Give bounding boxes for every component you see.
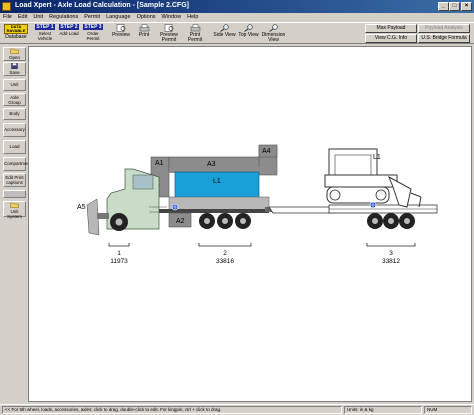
magnifier-icon xyxy=(269,24,278,32)
preview-permit-icon xyxy=(164,24,173,32)
folder-icon xyxy=(10,202,19,208)
status-mode: NUM xyxy=(424,406,472,414)
magnifier-icon xyxy=(244,24,253,32)
menu-unit[interactable]: Unit xyxy=(30,13,46,20)
menu-regulations[interactable]: Regulations xyxy=(46,13,81,20)
toolbar: DATA RAVABLE Database STEP 1 Select Vehicl… xyxy=(0,22,474,44)
cg-marker-dozer[interactable] xyxy=(369,201,377,209)
axle-group-2[interactable] xyxy=(198,243,252,247)
truck-front-wheel[interactable] xyxy=(110,213,128,231)
sidebar-open[interactable]: Open xyxy=(3,47,26,61)
axle-group-2-load: 33816 xyxy=(216,258,234,265)
truck-body[interactable] xyxy=(168,196,270,212)
database-button[interactable]: DATA RAVABLE Database xyxy=(4,24,28,43)
step1-button[interactable]: STEP 1 Select Vehicle xyxy=(35,24,55,43)
label-a5: A5 xyxy=(77,204,86,211)
menu-language[interactable]: Language xyxy=(103,13,133,20)
sidebar-compartment[interactable]: Compartment xyxy=(3,157,31,171)
us-bridge-formula-button[interactable]: U.S. Bridge Formula xyxy=(418,34,470,43)
vehicle-canvas[interactable]: A1 A3 A4 L1 A5 A2 L1 1 11973 2 33816 3 3… xyxy=(28,46,472,402)
label-a3: A3 xyxy=(207,161,216,168)
axle-group-1-load: 11973 xyxy=(110,258,128,265)
preview-icon xyxy=(116,24,125,32)
cg-marker-truck[interactable] xyxy=(171,203,179,211)
menu-permit[interactable]: Permit xyxy=(81,13,103,20)
print-button[interactable]: Print xyxy=(134,24,154,43)
truck-rear-wheel[interactable] xyxy=(235,213,251,229)
axle-group-3-number: 3 xyxy=(389,250,393,257)
side-view-button[interactable]: Side View xyxy=(213,24,236,43)
database-label: Database xyxy=(5,34,27,40)
database-logo: DATA RAVABLE xyxy=(4,24,28,34)
title-bar: Load Xpert - Axle Load Calculation - [Sa… xyxy=(0,0,474,13)
sidebar-load[interactable]: Load xyxy=(3,140,26,154)
sidebar-separator xyxy=(3,190,26,198)
top-view-button[interactable]: Top View xyxy=(237,24,260,43)
menu-options[interactable]: Options xyxy=(134,13,159,20)
axle-group-3-load: 33812 xyxy=(382,258,400,265)
sidebar-accessory[interactable]: Accessory xyxy=(3,123,26,137)
minimize-button[interactable]: _ xyxy=(438,2,449,11)
print-permit-icon xyxy=(190,24,200,32)
cab-window xyxy=(132,174,154,190)
step2-button[interactable]: STEP 2 Add Load xyxy=(59,24,79,43)
label-a1: A1 xyxy=(155,160,164,167)
trailer-gooseneck[interactable] xyxy=(268,206,336,214)
payload-analysis-button[interactable]: Payload Analysis xyxy=(418,24,470,33)
max-payload-button[interactable]: Max Payload xyxy=(365,24,417,33)
sidebar-unit-system[interactable]: Unit System xyxy=(3,201,26,219)
magnifier-icon xyxy=(220,24,229,32)
axle-group-2-number: 2 xyxy=(223,250,227,257)
label-a2: A2 xyxy=(176,218,185,225)
sidebar-unit[interactable]: Unit xyxy=(3,79,26,91)
axle-group-3[interactable] xyxy=(366,243,416,247)
truck-rear-wheel[interactable] xyxy=(217,213,233,229)
close-button[interactable]: × xyxy=(461,2,472,11)
trailer-wheel[interactable] xyxy=(367,213,383,229)
preview-permit-button[interactable]: Preview Permit xyxy=(157,24,181,43)
label-a4: A4 xyxy=(262,148,271,155)
truck-rear-wheel[interactable] xyxy=(199,213,215,229)
window-title: Load Xpert - Axle Load Calculation - [Sa… xyxy=(15,2,189,9)
trailer-wheel[interactable] xyxy=(399,213,415,229)
status-hint: << For 5th wheel, loads, accessories, ax… xyxy=(2,406,342,414)
plow-mount xyxy=(97,213,109,219)
trailer-wheel[interactable] xyxy=(383,213,399,229)
menu-edit[interactable]: Edit xyxy=(15,13,30,20)
vehicle-diagram: A1 A3 A4 L1 A5 A2 L1 1 11973 2 33816 3 3… xyxy=(77,144,438,265)
printer-icon xyxy=(139,24,149,32)
app-icon xyxy=(2,2,11,11)
menu-bar: File Edit Unit Regulations Permit Language Opt… xyxy=(0,13,474,22)
axle-group-1-number: 1 xyxy=(117,250,121,257)
menu-help[interactable]: Help xyxy=(184,13,201,20)
status-bar: << For 5th wheel, loads, accessories, ax… xyxy=(0,404,474,415)
menu-file[interactable]: File xyxy=(0,13,15,20)
label-l1-box: L1 xyxy=(213,178,221,185)
view-cg-info-button[interactable]: View C.G. Info xyxy=(365,34,417,43)
sidebar-save[interactable]: Save xyxy=(3,62,26,76)
sidebar: Open Save Unit Axle Group Body Accessory… xyxy=(3,47,31,402)
sidebar-axle-group[interactable]: Axle Group xyxy=(3,93,26,106)
sidebar-body[interactable]: Body xyxy=(3,108,26,120)
preview-button[interactable]: Preview xyxy=(110,24,132,43)
maximize-button[interactable]: □ xyxy=(449,2,460,11)
folder-icon xyxy=(10,48,19,54)
menu-window[interactable]: Window xyxy=(159,13,185,20)
sidebar-edit-print-captions[interactable]: Edit Print captions xyxy=(3,173,26,187)
print-permit-button[interactable]: Print Permit xyxy=(184,24,206,43)
step3-button[interactable]: STEP 3 Order Permit xyxy=(83,24,103,43)
floppy-disk-icon xyxy=(11,63,18,69)
status-units: Units: in & kg xyxy=(344,406,422,414)
dimension-view-button[interactable]: Dimension View xyxy=(261,24,286,43)
axle-group-1[interactable] xyxy=(108,243,130,247)
label-l1-dozer: L1 xyxy=(373,154,381,161)
